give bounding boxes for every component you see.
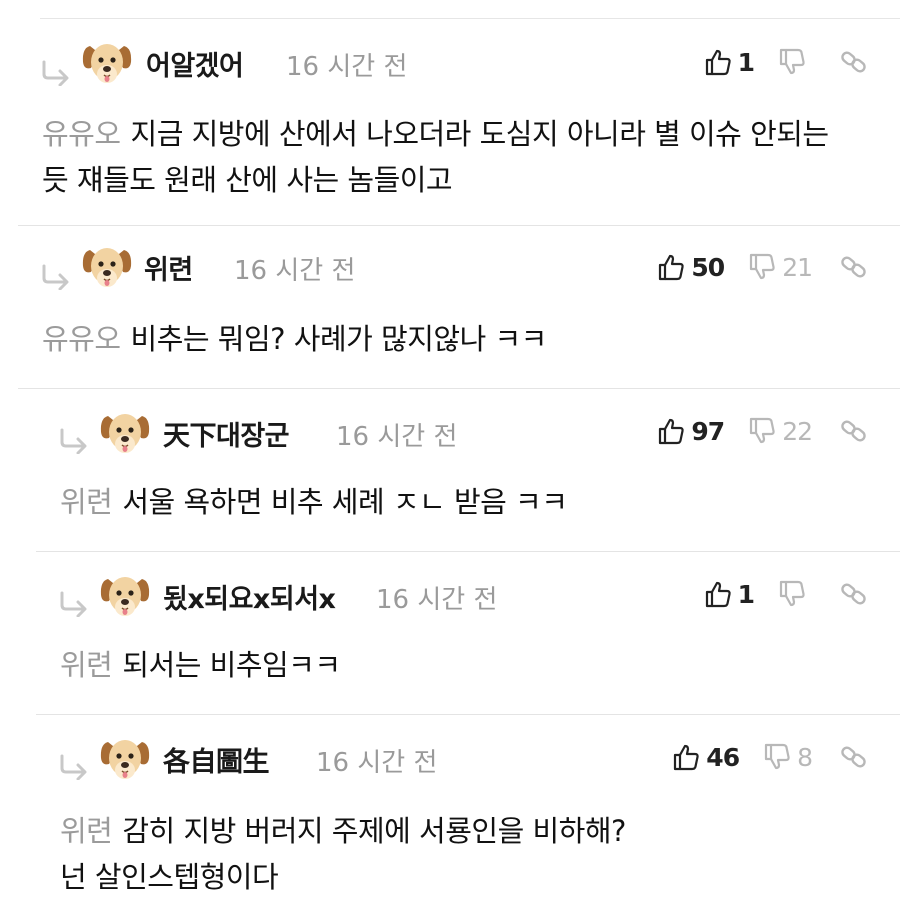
comment-divider <box>18 225 900 226</box>
comment-text-line: 감히 지방 버러지 주제에 서룡인을 비하해? <box>122 814 626 848</box>
thumbs-up-icon <box>672 743 700 771</box>
thumbs-down-icon <box>763 743 791 771</box>
thumbs-up-icon <box>657 253 685 281</box>
like-button[interactable]: 97 <box>657 416 725 446</box>
comment-actions: 1 <box>704 574 868 614</box>
dislike-count: 21 <box>782 252 813 282</box>
link-icon <box>840 48 868 76</box>
link-icon <box>840 417 868 445</box>
author-name[interactable]: 各自圖生 <box>163 740 270 779</box>
thumbs-down-icon <box>778 580 806 608</box>
comment-divider <box>36 714 900 715</box>
timestamp: 16 시간 전 <box>376 585 498 615</box>
share-link-button[interactable] <box>840 48 868 76</box>
author-name[interactable]: 됬x되요x되서x <box>163 577 336 616</box>
thumbs-up-icon <box>704 48 732 76</box>
mention-tag[interactable]: 유유오 <box>42 322 121 356</box>
author-name[interactable]: 위련 <box>144 248 193 287</box>
like-count: 46 <box>706 742 740 772</box>
timestamp: 16 시간 전 <box>286 52 408 82</box>
comment-text-line: 되서는 비추임ㅋㅋ <box>122 648 341 682</box>
thumbs-down-icon <box>748 417 776 445</box>
comment-body: 위련 되서는 비추임ㅋㅋ <box>60 642 341 688</box>
comment-text-line: 서울 욕하면 비추 세례 ㅈㄴ 받음 ㅋㅋ <box>122 485 568 519</box>
comment-actions: 97 22 <box>657 411 868 451</box>
author-name[interactable]: 天下대장군 <box>163 414 290 453</box>
comment-header: 됬x되요x되서x 16 시간 전 1 <box>0 561 900 631</box>
comment-body: 위련 감히 지방 버러지 주제에 서룡인을 비하해? 넌 살인스텝형이다 <box>60 808 626 900</box>
avatar[interactable] <box>98 732 152 786</box>
like-count: 1 <box>737 47 755 77</box>
like-button[interactable]: 1 <box>704 579 755 609</box>
comment-item: 됬x되요x되서x 16 시간 전 1 위련 되서는 비추임ㅋㅋ <box>0 561 900 714</box>
share-link-button[interactable] <box>840 253 868 281</box>
comment-body: 유유오 지금 지방에 산에서 나오더라 도심지 아니라 별 이슈 안되는 듯 쟤들… <box>42 111 829 203</box>
timestamp: 16 시간 전 <box>316 748 438 778</box>
link-icon <box>840 743 868 771</box>
timestamp: 16 시간 전 <box>336 422 458 452</box>
thumbs-up-icon <box>704 580 732 608</box>
comment-actions: 1 <box>704 42 868 82</box>
mention-tag[interactable]: 위련 <box>60 814 113 848</box>
dislike-button[interactable] <box>778 580 812 608</box>
link-icon <box>840 580 868 608</box>
mention-tag[interactable]: 유유오 <box>42 117 121 151</box>
comment-divider <box>18 388 900 389</box>
like-button[interactable]: 50 <box>657 252 725 282</box>
thumbs-down-icon <box>778 48 806 76</box>
timestamp: 16 시간 전 <box>234 256 356 286</box>
comment-text-line: 지금 지방에 산에서 나오더라 도심지 아니라 별 이슈 안되는 <box>130 117 830 151</box>
comment-text-line: 넌 살인스텝형이다 <box>60 860 279 894</box>
mention-tag[interactable]: 위련 <box>60 648 113 682</box>
like-count: 1 <box>737 579 755 609</box>
avatar[interactable] <box>80 36 134 90</box>
avatar[interactable] <box>80 240 134 294</box>
comment-body: 위련 서울 욕하면 비추 세례 ㅈㄴ 받음 ㅋㅋ <box>60 479 568 525</box>
comment-item: 어알겠어 16 시간 전 1 유유오 지금 지방에 산에서 나오더라 도심지 아니… <box>0 30 900 225</box>
link-icon <box>840 253 868 281</box>
reply-arrow-icon <box>40 264 74 290</box>
top-divider <box>40 18 900 19</box>
share-link-button[interactable] <box>840 580 868 608</box>
comment-divider <box>36 551 900 552</box>
comment-actions: 46 8 <box>672 737 868 777</box>
thumbs-up-icon <box>657 417 685 445</box>
like-button[interactable]: 46 <box>672 742 740 772</box>
comment-item: 위련 16 시간 전 50 21 유유오 비추는 뭐임? 사례가 많지않나 ㅋㅋ <box>0 236 900 388</box>
comment-header: 어알겠어 16 시간 전 1 <box>0 30 900 100</box>
comment-text-line: 비추는 뭐임? 사례가 많지않나 ㅋㅋ <box>130 322 548 356</box>
like-count: 50 <box>691 252 725 282</box>
reply-arrow-icon <box>58 754 92 780</box>
comment-header: 各自圖生 16 시간 전 46 8 <box>0 724 900 794</box>
comment-body: 유유오 비추는 뭐임? 사례가 많지않나 ㅋㅋ <box>42 316 547 362</box>
reply-arrow-icon <box>58 591 92 617</box>
author-name[interactable]: 어알겠어 <box>146 44 244 83</box>
comment-header: 天下대장군 16 시간 전 97 22 <box>0 398 900 468</box>
dislike-count: 22 <box>782 416 813 446</box>
comment-item: 各自圖生 16 시간 전 46 8 위련 감히 지방 버러지 주제에 서룡인을 비… <box>0 724 900 911</box>
like-button[interactable]: 1 <box>704 47 755 77</box>
comment-header: 위련 16 시간 전 50 21 <box>0 236 900 306</box>
thumbs-down-icon <box>748 253 776 281</box>
avatar[interactable] <box>98 569 152 623</box>
dislike-button[interactable]: 8 <box>763 742 813 772</box>
dislike-count: 8 <box>797 742 813 772</box>
share-link-button[interactable] <box>840 417 868 445</box>
avatar[interactable] <box>98 406 152 460</box>
comment-item: 天下대장군 16 시간 전 97 22 위련 서울 욕하면 비추 세례 ㅈㄴ 받음… <box>0 398 900 551</box>
like-count: 97 <box>691 416 725 446</box>
dislike-button[interactable]: 21 <box>748 252 813 282</box>
dislike-button[interactable]: 22 <box>748 416 813 446</box>
dislike-button[interactable] <box>778 48 812 76</box>
comment-text-line: 듯 쟤들도 원래 산에 사는 놈들이고 <box>42 163 453 197</box>
share-link-button[interactable] <box>840 743 868 771</box>
reply-arrow-icon <box>58 428 92 454</box>
mention-tag[interactable]: 위련 <box>60 485 113 519</box>
comment-actions: 50 21 <box>657 247 868 287</box>
reply-arrow-icon <box>40 60 74 86</box>
